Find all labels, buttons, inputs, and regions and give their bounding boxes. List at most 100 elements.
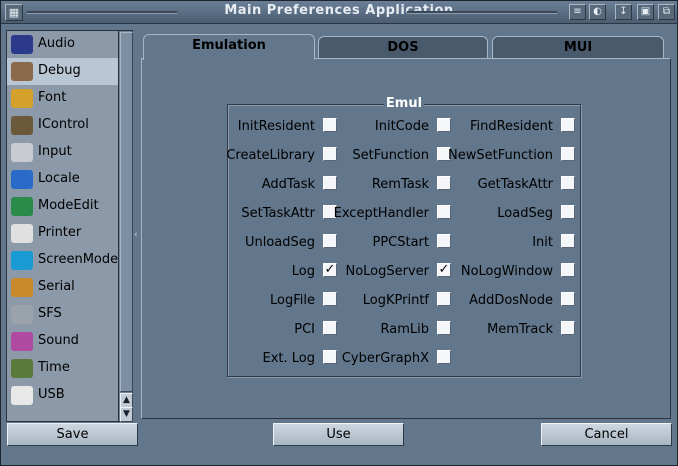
checkbox[interactable]: [437, 176, 451, 190]
jump-icon[interactable]: ↧: [615, 4, 632, 20]
option-label: RemTask: [371, 177, 429, 192]
mouse-icon: [11, 143, 33, 162]
iconify-icon[interactable]: ≡: [569, 4, 586, 20]
zoom-icon[interactable]: ▣: [637, 4, 654, 20]
sidebar-item-modeedit[interactable]: ModeEdit: [7, 193, 118, 220]
sidebar-item-label: Sound: [38, 333, 79, 348]
option-ext-log[interactable]: Ext. Log: [212, 350, 337, 366]
checkbox[interactable]: [561, 321, 575, 335]
checkbox[interactable]: [561, 118, 575, 132]
option-initresident[interactable]: InitResident: [212, 118, 337, 134]
sidebar-item-icontrol[interactable]: IControl: [7, 112, 118, 139]
option-loadseg[interactable]: LoadSeg: [450, 205, 575, 221]
option-logfile[interactable]: LogFile: [212, 292, 337, 308]
scrollbar-thumb[interactable]: [120, 32, 133, 392]
printer-icon: [11, 224, 33, 243]
option-cybergraphx[interactable]: CyberGraphX: [326, 350, 451, 366]
checkbox[interactable]: [437, 234, 451, 248]
sidebar-item-sound[interactable]: Sound: [7, 328, 118, 355]
sidebar-item-serial[interactable]: Serial: [7, 274, 118, 301]
option-logkprintf[interactable]: LogKPrintf: [326, 292, 451, 308]
checkbox[interactable]: [437, 292, 451, 306]
option-label: InitResident: [237, 119, 315, 134]
option-memtrack[interactable]: MemTrack: [450, 321, 575, 337]
checkbox[interactable]: [561, 176, 575, 190]
tab-mui[interactable]: MUI: [492, 36, 664, 58]
option-label: RamLib: [380, 322, 429, 337]
option-log[interactable]: Log ✓: [212, 263, 337, 279]
sidebar-item-audio[interactable]: Audio: [7, 31, 118, 58]
checkbox[interactable]: [437, 321, 451, 335]
option-label: PCI: [294, 322, 315, 337]
option-label: NewSetFunction: [448, 148, 553, 163]
cancel-button[interactable]: Cancel: [541, 423, 672, 446]
checkbox-checked[interactable]: ✓: [437, 263, 451, 277]
tab-dos[interactable]: DOS: [318, 36, 488, 58]
tab-emulation[interactable]: Emulation: [143, 34, 315, 60]
checkbox[interactable]: [437, 350, 451, 364]
checkbox[interactable]: [561, 263, 575, 277]
sidebar-item-debug[interactable]: Debug: [7, 58, 118, 85]
option-label: InitCode: [374, 119, 429, 134]
option-unloadseg[interactable]: UnloadSeg: [212, 234, 337, 250]
scroll-down-icon[interactable]: ▼: [120, 407, 133, 422]
sidebar-scrollbar[interactable]: ▲ ▼: [118, 30, 133, 422]
icontrol-icon: [11, 116, 33, 135]
depth-icon[interactable]: ⧉: [658, 4, 675, 20]
option-excepthandler[interactable]: ExceptHandler: [326, 205, 451, 221]
option-gettaskattr[interactable]: GetTaskAttr: [450, 176, 575, 192]
use-button[interactable]: Use: [273, 423, 404, 446]
snapshot-icon[interactable]: ◐: [589, 4, 606, 20]
sidebar-item-input[interactable]: Input: [7, 139, 118, 166]
sidebar-item-printer[interactable]: Printer: [7, 220, 118, 247]
title-bar[interactable]: ▦ Main Preferences Application ≡ ◐ ↧ ▣ ⧉: [1, 1, 677, 24]
checkbox[interactable]: [437, 118, 451, 132]
sidebar-item-usb[interactable]: USB: [7, 382, 118, 409]
option-nologserver[interactable]: NoLogServer ✓: [326, 263, 451, 279]
sidebar-item-label: Input: [38, 144, 72, 159]
option-label: LogKPrintf: [362, 293, 429, 308]
option-newsetfunction[interactable]: NewSetFunction: [448, 147, 575, 163]
checkmark-icon: ✓: [438, 262, 450, 277]
checkbox[interactable]: [437, 205, 451, 219]
option-initcode[interactable]: InitCode: [326, 118, 451, 134]
prefs-sidebar-list[interactable]: Audio Debug Font IControl Input Locale ModeEdi…: [6, 30, 118, 422]
option-label: ExceptHandler: [333, 206, 429, 221]
checkbox[interactable]: [561, 147, 575, 161]
option-label: NoLogServer: [345, 264, 429, 279]
sidebar-item-label: Locale: [38, 171, 80, 186]
globe-icon: [11, 170, 33, 189]
option-setfunction[interactable]: SetFunction: [326, 147, 451, 163]
sidebar-item-sfs[interactable]: SFS: [7, 301, 118, 328]
checkbox[interactable]: [561, 234, 575, 248]
pane-divider[interactable]: ‹: [134, 30, 140, 422]
option-remtask[interactable]: RemTask: [326, 176, 451, 192]
checkbox[interactable]: [561, 205, 575, 219]
sidebar-item-locale[interactable]: Locale: [7, 166, 118, 193]
bug-icon: [11, 62, 33, 81]
speaker-icon: [11, 332, 33, 351]
title-groove-right: [407, 11, 557, 14]
option-label: LoadSeg: [497, 206, 553, 221]
option-init[interactable]: Init: [450, 234, 575, 250]
option-addtask[interactable]: AddTask: [212, 176, 337, 192]
option-findresident[interactable]: FindResident: [450, 118, 575, 134]
sidebar-item-label: ScreenMode: [38, 252, 119, 267]
sidebar-item-time[interactable]: Time: [7, 355, 118, 382]
sidebar-item-screenmode[interactable]: ScreenMode: [7, 247, 118, 274]
save-button[interactable]: Save: [7, 423, 138, 446]
option-pci[interactable]: PCI: [212, 321, 337, 337]
scroll-up-icon[interactable]: ▲: [120, 393, 133, 408]
option-settaskattr[interactable]: SetTaskAttr: [212, 205, 337, 221]
divider-arrow-icon: ‹: [134, 230, 138, 240]
sidebar-item-font[interactable]: Font: [7, 85, 118, 112]
sidebar-item-label: Font: [38, 90, 67, 105]
option-label: Log: [291, 264, 315, 279]
option-createlibrary[interactable]: CreateLibrary: [212, 147, 337, 163]
option-ramlib[interactable]: RamLib: [326, 321, 451, 337]
option-nologwindow[interactable]: NoLogWindow: [450, 263, 575, 279]
checkbox[interactable]: [561, 292, 575, 306]
option-ppcstart[interactable]: PPCStart: [326, 234, 451, 250]
option-adddosnode[interactable]: AddDosNode: [450, 292, 575, 308]
option-label: GetTaskAttr: [477, 177, 553, 192]
